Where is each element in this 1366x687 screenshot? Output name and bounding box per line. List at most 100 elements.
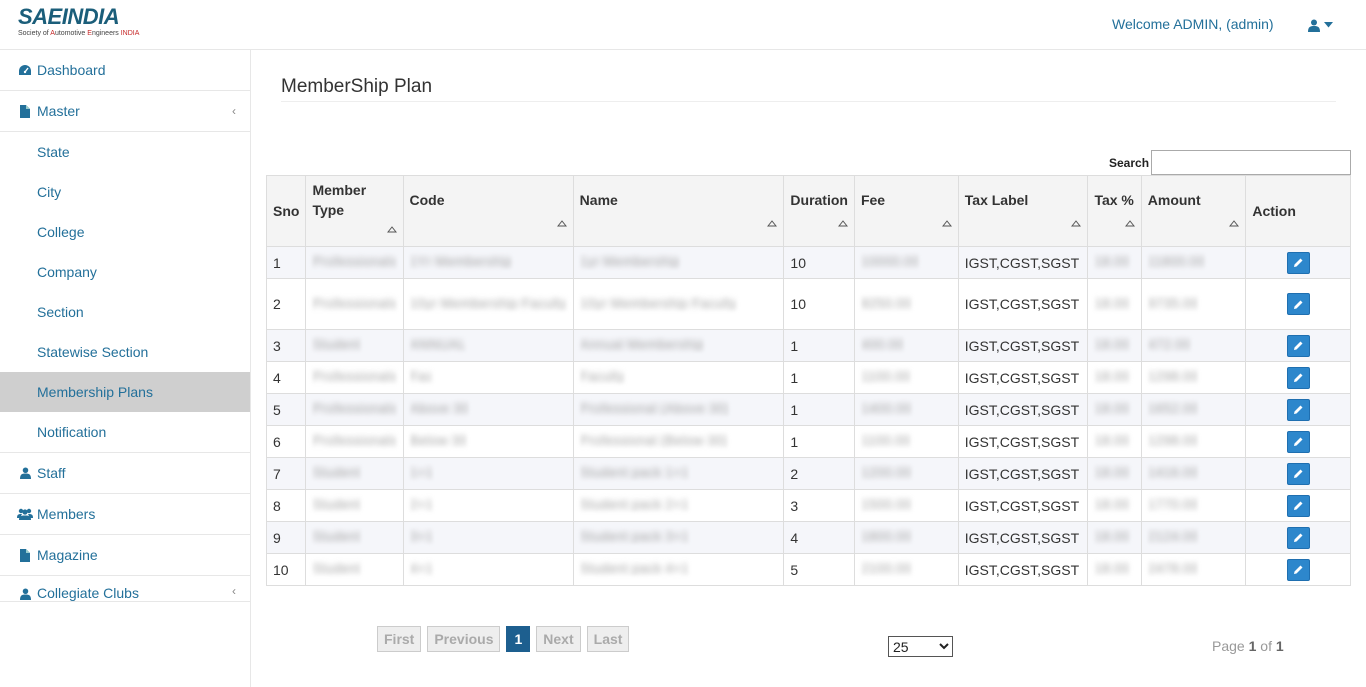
cell-value: 1298.00 xyxy=(1147,368,1199,384)
sidebar-subitem-section[interactable]: Section xyxy=(0,292,250,332)
page-1-button[interactable]: 1 xyxy=(506,626,531,652)
column-header-fee[interactable]: Fee xyxy=(853,175,959,247)
column-header-amount[interactable]: Amount xyxy=(1140,175,1247,247)
sidebar-subitem-company[interactable]: Company xyxy=(0,252,250,292)
pencil-icon xyxy=(1294,469,1303,478)
edit-button[interactable] xyxy=(1287,430,1311,453)
edit-button[interactable] xyxy=(1287,293,1311,315)
cell-value: IGST,CGST,SGST xyxy=(964,433,1080,450)
column-header-label: Tax Label xyxy=(964,192,1029,208)
cell-code: 1+1 xyxy=(402,457,574,490)
column-header-code[interactable]: Code xyxy=(402,175,574,247)
dashboard-icon xyxy=(17,63,33,77)
sidebar-item-magazine[interactable]: Magazine xyxy=(0,535,250,576)
cell-fee: 2100.00 xyxy=(853,553,959,586)
cell-tax-label: IGST,CGST,SGST xyxy=(957,329,1089,362)
cell-value: 5 xyxy=(273,401,281,418)
edit-button[interactable] xyxy=(1287,526,1311,549)
logo-tagline-part: INDIA xyxy=(120,30,140,37)
cell-value: IGST,CGST,SGST xyxy=(964,254,1080,271)
column-header-duration[interactable]: Duration xyxy=(783,175,855,247)
page-title: MemberShip Plan xyxy=(281,76,433,97)
cell-amount: 2124.00 xyxy=(1140,521,1247,554)
sidebar-subitem-college[interactable]: College xyxy=(0,212,250,252)
cell-value: 1100.00 xyxy=(860,432,911,448)
cell-value: Professionals xyxy=(312,432,397,448)
cell-member-type: Professionals xyxy=(305,246,404,279)
cell-action xyxy=(1245,393,1351,426)
last-page-button[interactable]: Last xyxy=(586,626,630,652)
cell-value: 18.00 xyxy=(1094,464,1130,480)
file-icon xyxy=(17,548,33,562)
column-header-name[interactable]: Name xyxy=(572,175,785,247)
edit-button[interactable] xyxy=(1287,398,1311,421)
cell-value: 10 xyxy=(790,296,806,312)
column-header-sno[interactable]: Sno xyxy=(265,175,307,247)
cell-value: 1yr Membership xyxy=(579,253,681,269)
sidebar-subitem-state[interactable]: State xyxy=(0,132,250,172)
cell-value: 10000.00 xyxy=(860,253,920,269)
sidebar-item-master[interactable]: Master ‹ xyxy=(0,91,250,132)
table-row: 2 Professionals 10yr Membership Faculty 10y… xyxy=(265,278,1351,330)
sidebar-subitem-statewise-section[interactable]: Statewise Section xyxy=(0,332,250,372)
saeindia-logo[interactable]: SAEINDIA Society of Automotive Engineers… xyxy=(18,6,144,40)
edit-button[interactable] xyxy=(1287,366,1311,389)
cell-tax-label: IGST,CGST,SGST xyxy=(957,521,1089,554)
cell-fee: 8250.00 xyxy=(853,278,959,330)
cell-member-type: Student xyxy=(305,457,404,490)
cell-value: Professionals xyxy=(312,368,397,384)
cell-amount: 11800.00 xyxy=(1140,246,1247,279)
cell-name: Student pack 3+1 xyxy=(572,521,785,554)
cell-value: Student xyxy=(312,336,361,352)
column-header-tax-label[interactable]: Tax Label xyxy=(957,175,1089,247)
column-header-tax-percent[interactable]: Tax % xyxy=(1087,175,1142,247)
main-content: MemberShip Plan Search Sno Member Type C… xyxy=(251,50,1366,687)
sidebar-subitem-membership-plans[interactable]: Membership Plans xyxy=(0,372,250,412)
cell-value: IGST,CGST,SGST xyxy=(964,296,1080,312)
cell-sno: 10 xyxy=(265,553,307,586)
edit-button[interactable] xyxy=(1287,462,1311,485)
cell-value: IGST,CGST,SGST xyxy=(964,561,1080,578)
cell-tax: 18.00 xyxy=(1087,246,1142,279)
user-menu-button[interactable] xyxy=(1308,15,1338,35)
cell-action xyxy=(1245,329,1351,362)
cell-amount: 2478.00 xyxy=(1140,553,1247,586)
column-header-member-type[interactable]: Member Type xyxy=(305,175,404,247)
edit-button[interactable] xyxy=(1287,558,1311,581)
pencil-icon xyxy=(1294,565,1303,574)
cell-value: 18.00 xyxy=(1094,496,1130,512)
previous-page-button[interactable]: Previous xyxy=(427,626,501,652)
sidebar-subitem-city[interactable]: City xyxy=(0,172,250,212)
sidebar-item-members[interactable]: Members xyxy=(0,494,250,535)
sidebar-item-label: Staff xyxy=(37,465,66,481)
edit-button[interactable] xyxy=(1287,334,1311,357)
sidebar-subitem-notification[interactable]: Notification xyxy=(0,412,250,452)
edit-button[interactable] xyxy=(1287,494,1311,517)
first-page-button[interactable]: First xyxy=(377,626,422,652)
cell-value: 18.00 xyxy=(1094,560,1130,576)
cell-value: Professionals xyxy=(312,294,397,311)
cell-value: 1 xyxy=(790,401,799,418)
search-input[interactable] xyxy=(1151,150,1351,175)
edit-button[interactable] xyxy=(1287,251,1311,274)
cell-value: Above 30 xyxy=(409,400,469,416)
cell-tax-label: IGST,CGST,SGST xyxy=(957,393,1089,426)
sidebar-item-staff[interactable]: Staff xyxy=(0,453,250,494)
cell-value: IGST,CGST,SGST xyxy=(964,337,1080,354)
cell-code: 4+1 xyxy=(402,553,574,586)
pencil-icon xyxy=(1294,300,1303,309)
cell-value: Professionals xyxy=(312,400,397,416)
column-header-label: Name xyxy=(579,192,618,208)
sidebar-item-dashboard[interactable]: Dashboard xyxy=(0,50,250,91)
cell-value: 3+1 xyxy=(409,528,434,544)
cell-value: 2100.00 xyxy=(860,560,912,576)
cell-value: Professionals xyxy=(312,253,397,269)
sidebar-item-collegiate-clubs[interactable]: Collegiate Clubs ‹ xyxy=(0,576,250,602)
cell-amount: 1770.00 xyxy=(1140,489,1247,522)
page-size-select[interactable]: 102550100 xyxy=(888,636,953,657)
cell-value: 4 xyxy=(273,369,281,386)
cell-name: Faculty xyxy=(572,361,785,394)
next-page-button[interactable]: Next xyxy=(536,626,581,652)
cell-value: 1100.00 xyxy=(860,368,911,384)
cell-value: 9 xyxy=(273,529,281,546)
